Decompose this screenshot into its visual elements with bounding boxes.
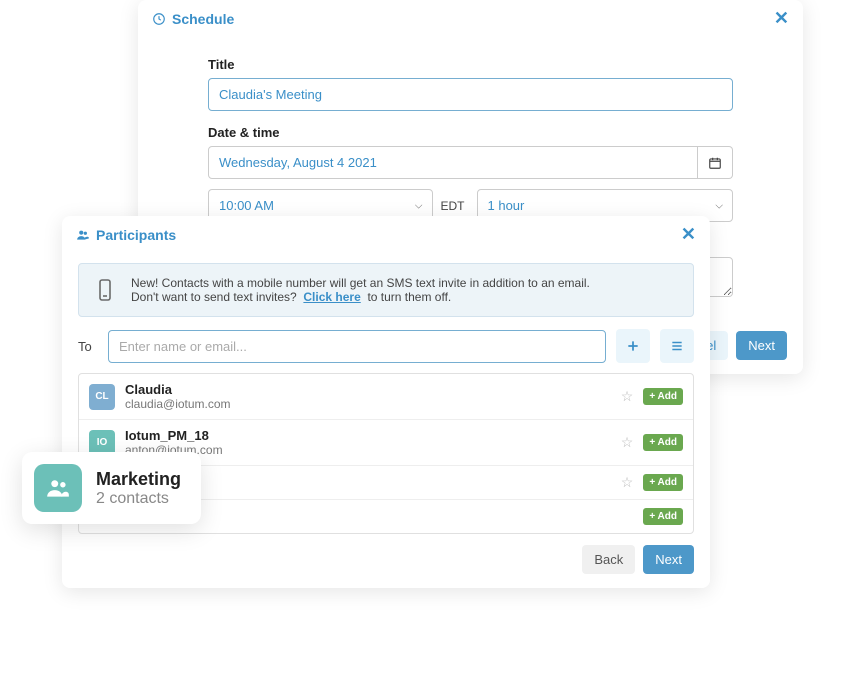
contact-email: claudia@iotum.com [125, 397, 611, 411]
date-input[interactable] [208, 146, 698, 179]
participants-footer: Back Next [566, 531, 710, 588]
back-button[interactable]: Back [582, 545, 635, 574]
schedule-title: Schedule [152, 11, 234, 27]
schedule-title-text: Schedule [172, 11, 234, 27]
schedule-header: Schedule ✕ [138, 0, 803, 37]
plus-icon [626, 339, 640, 353]
contact-info: Iotum_PM_18 anton@iotum.com [125, 428, 611, 457]
timezone-label: EDT [441, 199, 465, 213]
to-row: To [78, 329, 694, 363]
avatar: CL [89, 384, 115, 410]
add-contact-button[interactable]: + Add [643, 474, 683, 491]
contact-name: Claudia [125, 382, 611, 397]
star-button[interactable]: ☆ [621, 434, 634, 451]
banner-line1: New! Contacts with a mobile number will … [131, 276, 590, 290]
participants-next-button[interactable]: Next [643, 545, 694, 574]
contact-name: Iotum_PM_18 [125, 428, 611, 443]
add-all-button[interactable]: + Add [643, 508, 683, 525]
users-icon [76, 228, 90, 242]
group-icon [45, 475, 71, 501]
add-contact-button[interactable]: + Add [643, 434, 683, 451]
star-button[interactable]: ☆ [621, 474, 634, 491]
title-input[interactable] [208, 78, 733, 111]
to-input[interactable] [108, 330, 606, 363]
banner-line2b: to turn them off. [367, 290, 451, 304]
participants-title: Participants [76, 227, 176, 243]
add-participant-button[interactable] [616, 329, 650, 363]
calendar-button[interactable] [698, 146, 733, 179]
list-button[interactable] [660, 329, 694, 363]
participants-title-text: Participants [96, 227, 176, 243]
group-avatar [34, 464, 82, 512]
sms-phone-icon [93, 278, 117, 302]
schedule-close-button[interactable]: ✕ [774, 8, 789, 29]
title-label: Title [208, 57, 733, 72]
marketing-card: Marketing 2 contacts [22, 452, 201, 524]
contact-row: CL Claudia claudia@iotum.com ☆ + Add [79, 374, 693, 420]
to-label: To [78, 339, 98, 354]
calendar-icon [708, 156, 722, 170]
star-button[interactable]: ☆ [621, 388, 634, 405]
marketing-title: Marketing [96, 469, 181, 490]
participants-close-button[interactable]: ✕ [681, 224, 696, 245]
list-icon [670, 339, 684, 353]
banner-link[interactable]: Click here [303, 290, 360, 304]
schedule-next-button[interactable]: Next [736, 331, 787, 360]
contact-info: Claudia claudia@iotum.com [125, 382, 611, 411]
add-contact-button[interactable]: + Add [643, 388, 683, 405]
participants-header: Participants ✕ [62, 216, 710, 253]
info-banner: New! Contacts with a mobile number will … [78, 263, 694, 317]
datetime-label: Date & time [208, 125, 733, 140]
marketing-subtitle: 2 contacts [96, 490, 181, 508]
clock-icon [152, 12, 166, 26]
participants-modal: Participants ✕ New! Contacts with a mobi… [62, 216, 710, 588]
banner-line2a: Don't want to send text invites? [131, 290, 297, 304]
